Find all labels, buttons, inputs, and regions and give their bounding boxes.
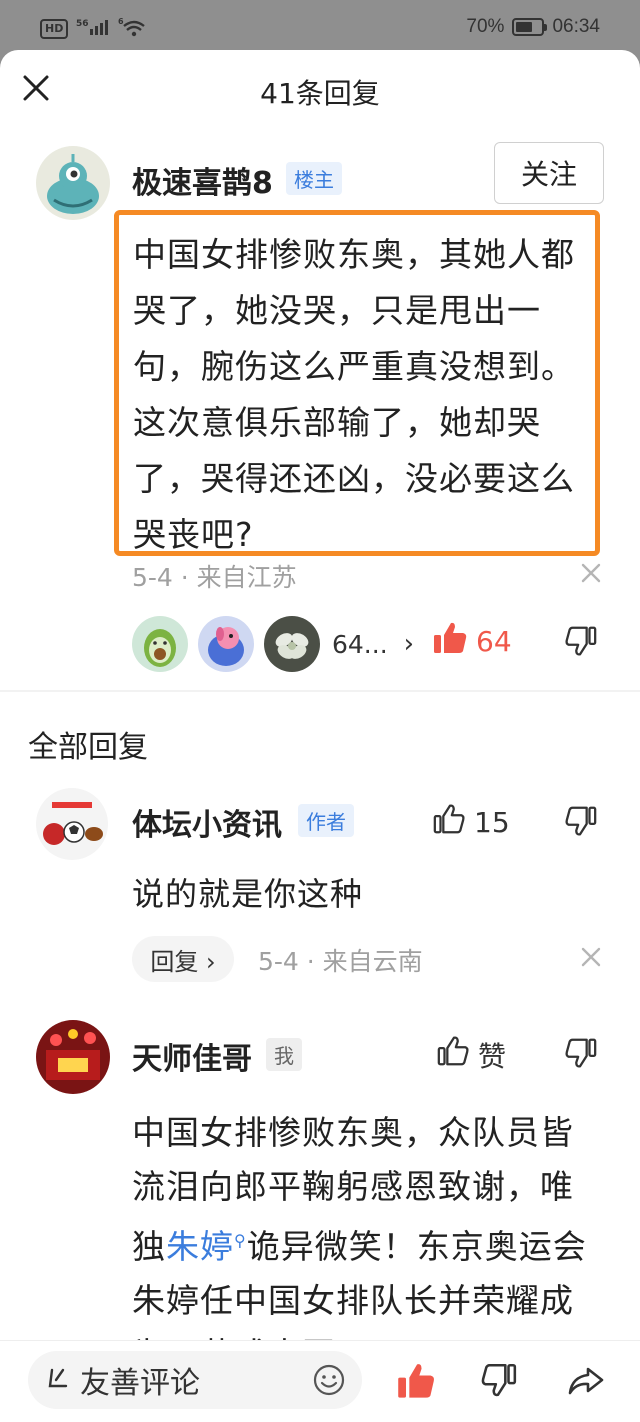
- liker-avatar: [264, 616, 320, 672]
- comment-input-placeholder: 友善评论: [80, 1366, 200, 1401]
- comment-input[interactable]: 友善评论: [28, 1351, 362, 1409]
- thumbs-up-icon: [432, 802, 466, 843]
- comment-like-count: 15: [474, 806, 510, 839]
- battery-icon: [512, 18, 548, 36]
- pen-icon: [46, 1366, 70, 1394]
- thumbs-up-icon: [436, 1034, 470, 1075]
- op-like-count: 64: [476, 625, 512, 658]
- author-badge: 作者: [298, 804, 354, 837]
- section-title: 全部回复: [28, 730, 148, 765]
- comment-like-button[interactable]: 赞: [436, 1034, 506, 1075]
- svg-text:6: 6: [118, 17, 124, 26]
- op-dislike-button[interactable]: [564, 624, 598, 665]
- emoji-icon[interactable]: [312, 1363, 346, 1401]
- thumbs-down-icon: [564, 624, 598, 665]
- replies-sheet: 41条回复 极速喜鹊8 楼主 关注 中国女排惨败东奥，其她人都哭了，她没哭，只是…: [0, 50, 640, 1422]
- liker-avatar: [198, 616, 254, 672]
- thumbs-down-icon: [564, 1036, 598, 1077]
- thumbs-down-icon: [564, 804, 598, 845]
- likers-row[interactable]: 64... ›: [132, 614, 414, 674]
- op-content: 中国女排惨败东奥，其她人都哭了，她没哭，只是甩出一句，腕伤这么严重真没想到。这次…: [114, 210, 600, 556]
- thumbs-up-filled-icon: [432, 620, 468, 663]
- comment-username[interactable]: 天师佳哥: [132, 1034, 252, 1078]
- dismiss-icon[interactable]: [580, 946, 602, 968]
- comment-meta: 5-4 · 来自云南: [258, 947, 423, 976]
- me-badge: 我: [266, 1038, 302, 1071]
- comment-dislike-button[interactable]: [564, 1036, 598, 1077]
- chevron-right-icon: ›: [403, 629, 415, 659]
- liker-avatar: [132, 616, 188, 672]
- wifi-icon: 6: [118, 16, 146, 42]
- cellular-signal-icon: 56: [76, 17, 110, 41]
- comment-text: 说的就是你这种: [132, 875, 364, 913]
- comment-avatar[interactable]: [36, 1020, 110, 1094]
- op-meta: 5-4 · 来自江苏: [132, 563, 297, 592]
- search-link-icon[interactable]: ⚲: [234, 1231, 247, 1250]
- likers-count: 64...: [332, 629, 388, 659]
- top-bar: 41条回复: [0, 50, 640, 128]
- status-bar: HD 56 6 70% 06:34: [0, 0, 640, 56]
- comment-like-label: 赞: [478, 1039, 507, 1073]
- thumbs-down-icon[interactable]: [480, 1361, 520, 1401]
- like-filled-icon[interactable]: [396, 1361, 436, 1401]
- comment-username[interactable]: 体坛小资讯: [132, 800, 282, 844]
- hd-icon: HD: [40, 19, 69, 39]
- reply-button[interactable]: 回复 ›: [132, 936, 234, 982]
- comment-dislike-button[interactable]: [564, 804, 598, 845]
- op-avatar[interactable]: [36, 146, 110, 220]
- bottom-bar: 友善评论: [0, 1340, 640, 1422]
- divider: [0, 690, 640, 692]
- battery-percent: 70%: [466, 16, 505, 37]
- comment-like-button[interactable]: 15: [432, 802, 510, 843]
- page-title: 41条回复: [260, 77, 380, 110]
- status-right: 70% 06:34: [466, 16, 600, 38]
- dismiss-icon[interactable]: [580, 562, 602, 584]
- search-link[interactable]: 朱婷: [166, 1227, 234, 1266]
- follow-button[interactable]: 关注: [494, 142, 604, 204]
- svg-text:56: 56: [76, 19, 89, 29]
- share-icon[interactable]: [566, 1361, 606, 1401]
- status-left: HD 56 6: [40, 16, 146, 42]
- op-like-button[interactable]: 64: [432, 620, 512, 663]
- comment-avatar[interactable]: [36, 788, 108, 860]
- op-badge: 楼主: [286, 162, 342, 195]
- op-username[interactable]: 极速喜鹊8: [132, 158, 273, 202]
- clock: 06:34: [552, 16, 600, 37]
